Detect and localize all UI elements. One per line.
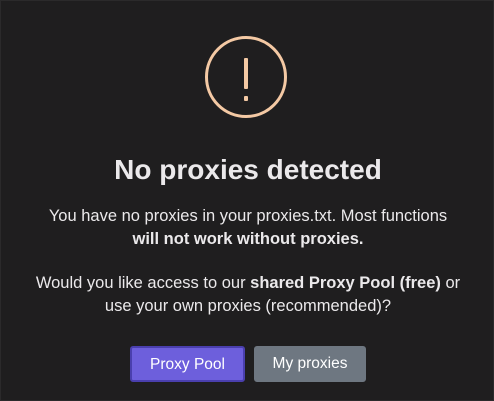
proxy-pool-button[interactable]: Proxy Pool [130,346,245,382]
dialog-title: No proxies detected [114,154,382,185]
warning-message-bold: will not work without proxies. [132,230,364,248]
question-message: Would you like access to our shared Prox… [1,272,494,318]
warning-message-line1: You have no proxies in your proxies.txt.… [48,207,448,225]
exclamation-dot [244,96,248,101]
my-proxies-button[interactable]: My proxies [254,346,366,382]
question-line2: use your own proxies (recommended)? [104,297,392,315]
proxy-warning-dialog: No proxies detected You have no proxies … [0,0,494,401]
exclamation-circle-icon [205,36,287,118]
question-prefix: Would you like access to our [35,274,251,292]
exclamation-bar [244,58,248,89]
question-bold: shared Proxy Pool (free) [250,274,441,292]
question-suffix: or [440,274,461,292]
warning-message: You have no proxies in your proxies.txt.… [1,205,494,251]
